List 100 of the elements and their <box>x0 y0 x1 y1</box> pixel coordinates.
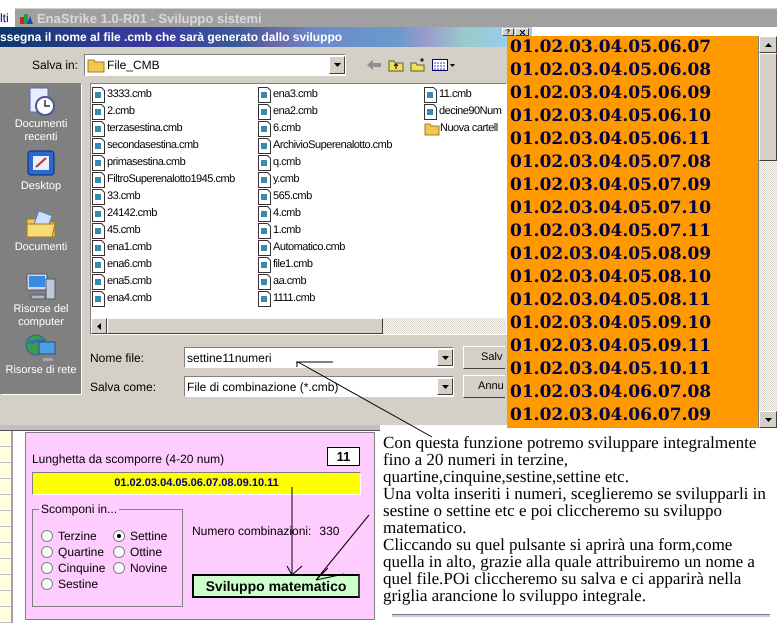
combination-row: 01.02.03.04.05.07.11 <box>510 220 712 243</box>
left-arrow-icon <box>97 322 101 330</box>
combination-row: 01.02.03.04.05.09.10 <box>510 312 712 335</box>
file-name[interactable]: Automatico.cmb <box>273 239 345 256</box>
place-item[interactable]: Documenti <box>14 241 68 254</box>
combination-row: 01.02.03.04.06.07.09 <box>510 404 712 427</box>
file-name[interactable]: ena6.cmb <box>107 256 152 273</box>
file-icon <box>258 256 271 272</box>
file-icon <box>258 172 271 188</box>
radio-button[interactable] <box>41 530 53 542</box>
file-name[interactable]: 4.cmb <box>273 205 300 222</box>
file-name[interactable]: aa.cmb <box>273 273 306 290</box>
file-name[interactable]: 1.cmb <box>273 222 300 239</box>
file-name[interactable]: 2.cmb <box>107 103 134 120</box>
folder-icon <box>87 58 105 72</box>
scroll-down-button[interactable] <box>759 411 777 428</box>
radio-option[interactable]: Cinquine <box>41 560 113 576</box>
file-name[interactable]: 33.cmb <box>107 188 140 205</box>
close-button[interactable] <box>515 28 529 36</box>
radio-button[interactable] <box>41 578 53 590</box>
radio-option[interactable]: Terzine <box>41 528 113 544</box>
file-name[interactable]: decine90Num <box>439 103 502 120</box>
file-icon <box>258 290 271 306</box>
file-icon <box>258 154 271 170</box>
file-name[interactable]: y.cmb <box>273 171 300 188</box>
file-icon <box>258 138 271 154</box>
file-name[interactable]: 565.cmb <box>273 188 312 205</box>
file-icon <box>258 274 271 290</box>
window-text: lti <box>0 10 9 27</box>
radio-button[interactable] <box>113 546 125 558</box>
view-menu-icon[interactable] <box>432 59 456 71</box>
vertical-scrollbar[interactable] <box>758 36 777 428</box>
file-name[interactable]: ena3.cmb <box>273 86 318 103</box>
description-paragraph: Con questa funzione potremo sviluppare integralmente fino a 20 numeri in terzine, quartine,cinquine,sestine,settine etc. <box>383 434 758 485</box>
combination-row: 01.02.03.04.06.07.08 <box>510 381 712 404</box>
length-label: Lunghetta da scomporre (4-20 num) <box>32 452 224 466</box>
file-icon <box>258 120 271 136</box>
file-name-field[interactable]: settine11numeri <box>184 347 454 368</box>
scrollbar-thumb[interactable] <box>759 53 777 161</box>
save-as-dropdown[interactable]: File di combinazione (*.cmb) <box>184 376 454 397</box>
radio-option[interactable]: Settine <box>113 528 181 544</box>
radio-button[interactable] <box>113 562 125 574</box>
radio-button[interactable] <box>113 530 125 542</box>
numbers-field[interactable]: 01.02.03.04.05.06.07.08.09.10.11 <box>32 472 361 495</box>
radio-button[interactable] <box>41 562 53 574</box>
file-name[interactable]: 11.cmb <box>439 86 472 103</box>
file-name[interactable]: ArchivioSuperenalotto.cmb <box>273 137 392 154</box>
radio-option[interactable]: Sestine <box>41 576 113 592</box>
new-folder-icon[interactable] <box>410 58 426 72</box>
radio-option[interactable]: Novine <box>113 560 181 576</box>
description-paragraph: Una volta inseriti i numeri, sceglieremo se svilupparli in sestine o settine etc e poi cliccheremo su sviluppo matematico. <box>383 485 767 536</box>
radio-button[interactable] <box>41 546 53 558</box>
horizontal-scrollbar[interactable] <box>91 318 506 334</box>
combination-row: 01.02.03.04.05.06.07 <box>510 36 712 59</box>
up-folder-icon[interactable] <box>388 58 404 72</box>
save-button[interactable]: Salv <box>463 346 505 369</box>
radio-option[interactable]: Ottine <box>113 544 181 560</box>
file-name[interactable]: secondasestina.cmb <box>107 137 198 154</box>
cancel-button[interactable]: Annu <box>463 375 505 398</box>
count-display: 11 <box>327 447 360 466</box>
develop-button[interactable]: Sviluppo matematico <box>192 574 360 598</box>
file-icon <box>258 222 271 238</box>
file-name[interactable]: ena1.cmb <box>107 239 152 256</box>
file-name[interactable]: 45.cmb <box>107 222 140 239</box>
file-name[interactable]: terzasestina.cmb <box>107 120 182 137</box>
scroll-up-button[interactable] <box>759 36 777 53</box>
file-name[interactable]: ena5.cmb <box>107 273 152 290</box>
file-name-label: Nome file: <box>90 350 146 366</box>
save-in-dropdown[interactable]: File_CMB <box>84 54 346 76</box>
file-name[interactable]: 1111.cmb <box>273 290 315 307</box>
scrollbar-thumb[interactable] <box>107 318 383 334</box>
file-name[interactable]: Nuova cartell <box>440 120 498 137</box>
file-name[interactable]: 6.cmb <box>273 120 300 137</box>
combination-row: 01.02.03.04.05.07.10 <box>510 197 712 220</box>
file-name[interactable]: primasestina.cmb <box>107 154 186 171</box>
combination-row: 01.02.03.04.05.06.11 <box>510 128 712 151</box>
file-name[interactable]: q.cmb <box>273 154 300 171</box>
window-title: EnaStrike 1.0-R01 - Sviluppo sistemi <box>37 12 262 24</box>
group-label: Scomponi in... <box>39 501 120 517</box>
combinations-value: 330 <box>319 523 340 540</box>
file-name[interactable]: file1.cmb <box>273 256 313 273</box>
combination-row: 01.02.03.04.05.08.11 <box>510 289 712 312</box>
radio-option[interactable]: Quartine <box>41 544 113 560</box>
file-name[interactable]: ena2.cmb <box>273 103 318 120</box>
file-icon <box>424 104 437 120</box>
combination-row: 01.02.03.04.05.08.10 <box>510 266 712 289</box>
up-arrow-icon <box>764 42 772 46</box>
close-icon <box>520 30 524 34</box>
place-item[interactable]: Risorse del computer <box>1 302 81 329</box>
file-name[interactable]: 24142.cmb <box>107 205 157 222</box>
place-item[interactable]: Documenti recenti <box>1 118 81 144</box>
file-icon <box>258 188 271 204</box>
file-name[interactable]: 3333.cmb <box>107 86 152 103</box>
file-name[interactable]: ena4.cmb <box>107 290 152 307</box>
place-item[interactable]: Risorse di rete <box>6 364 76 378</box>
scroll-left-button[interactable] <box>91 318 107 334</box>
folder-icon <box>424 122 440 136</box>
place-item[interactable]: Desktop <box>20 180 62 193</box>
file-name[interactable]: FiltroSuperenalotto1945.cmb <box>107 171 235 188</box>
file-icon <box>424 86 437 102</box>
